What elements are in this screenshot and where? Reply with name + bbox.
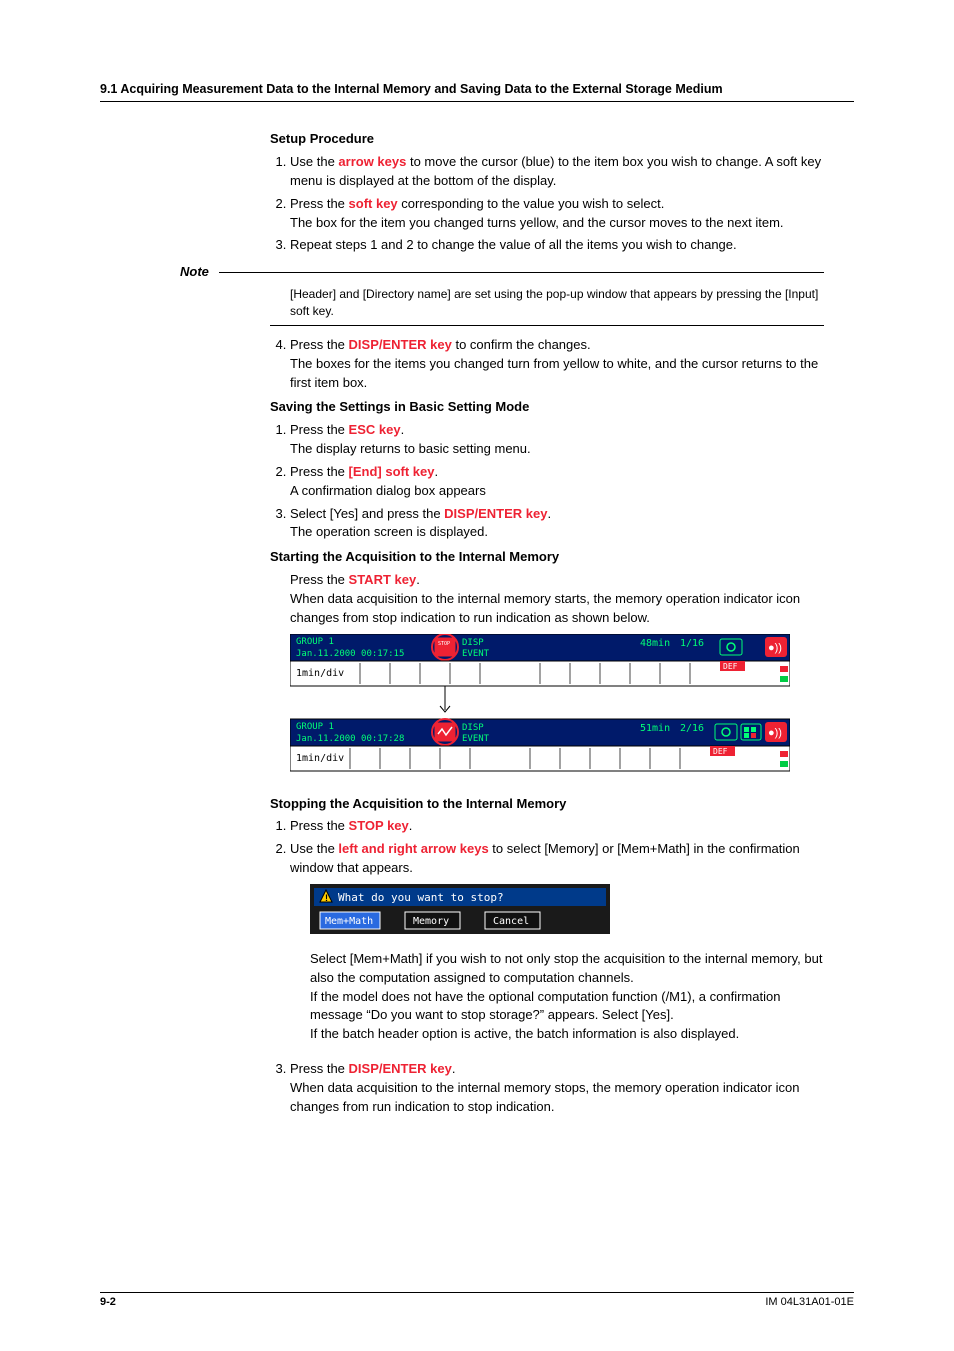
screen2-date: Jan.11.2000 00:17:28: [296, 734, 404, 744]
mem-math-button[interactable]: Mem+Math: [320, 912, 380, 929]
step-extra: The box for the item you changed turns y…: [290, 214, 824, 233]
step-extra: The boxes for the items you changed turn…: [290, 355, 824, 393]
screen1-page: 1/16: [680, 638, 704, 649]
note-label: Note: [180, 263, 209, 282]
disp-enter-key-label: DISP/ENTER key: [349, 337, 452, 352]
saving-list: Press the ESC key. The display returns t…: [270, 421, 824, 542]
screen2-yaxis: 1min/div: [296, 753, 344, 764]
list-item: Press the DISP/ENTER key. When data acqu…: [290, 1060, 824, 1117]
stopping-list-cont: Press the DISP/ENTER key. When data acqu…: [270, 1060, 824, 1117]
svg-text:!: !: [325, 893, 328, 903]
screen1-disp: DISP: [462, 638, 484, 648]
disp-enter-key-label: DISP/ENTER key: [349, 1061, 452, 1076]
note-text: [Header] and [Directory name] are set us…: [270, 282, 824, 326]
main-content: Setup Procedure Use the arrow keys to mo…: [270, 130, 824, 1116]
screen2-disp: DISP: [462, 723, 484, 733]
document-id: IM 04L31A01-01E: [765, 1295, 854, 1311]
end-soft-key-label: [End] soft key: [349, 464, 435, 479]
screen2-def: DEF: [713, 747, 728, 756]
screen2-time: 51min: [640, 723, 670, 734]
esc-key-label: ESC key: [349, 422, 401, 437]
screen2-page: 2/16: [680, 723, 704, 734]
step-extra: The operation screen is displayed.: [290, 523, 824, 542]
svg-text:Cancel: Cancel: [493, 916, 529, 927]
start-key-label: START key: [349, 572, 417, 587]
screen1-yaxis: 1min/div: [296, 668, 344, 679]
screen1-date: Jan.11.2000 00:17:15: [296, 649, 404, 659]
disp-enter-key-label: DISP/ENTER key: [444, 506, 547, 521]
stop-key-label: STOP key: [349, 818, 409, 833]
recorder-screens-svg: GROUP 1 Jan.11.2000 00:17:15 STOP DISP E…: [290, 634, 790, 789]
arrow-keys-label: arrow keys: [338, 154, 406, 169]
screenshots: GROUP 1 Jan.11.2000 00:17:15 STOP DISP E…: [290, 634, 824, 789]
setup-procedure-title: Setup Procedure: [270, 130, 824, 149]
list-item: Press the DISP/ENTER key to confirm the …: [290, 336, 824, 393]
screen1-time: 48min: [640, 638, 670, 649]
soft-key-label: soft key: [349, 196, 398, 211]
svg-text:Memory: Memory: [413, 916, 449, 927]
screen1-def: DEF: [723, 662, 738, 671]
note-rule: [219, 272, 824, 273]
screen2-event: EVENT: [462, 734, 490, 744]
screen1-group: GROUP 1: [296, 637, 334, 647]
list-item: Press the soft key corresponding to the …: [290, 195, 824, 233]
stopping-list: Press the STOP key. Use the left and rig…: [270, 817, 824, 878]
section-header: 9.1 Acquiring Measurement Data to the In…: [100, 80, 854, 102]
list-item: Repeat steps 1 and 2 to change the value…: [290, 236, 824, 255]
list-item: Use the left and right arrow keys to sel…: [290, 840, 824, 878]
list-item: Select [Yes] and press the DISP/ENTER ke…: [290, 505, 824, 543]
list-item: Press the STOP key.: [290, 817, 824, 836]
memory-button[interactable]: Memory: [405, 912, 460, 929]
screen1-event: EVENT: [462, 649, 490, 659]
arrow-keys-label: left and right arrow keys: [338, 841, 488, 856]
starting-body: Press the START key. When data acquisiti…: [270, 571, 824, 628]
note-block: Note [Header] and [Directory name] are s…: [270, 263, 824, 326]
stopping-notes: Select [Mem+Math] if you wish to not onl…: [270, 950, 824, 1044]
svg-text:Mem+Math: Mem+Math: [325, 916, 373, 927]
list-item: Use the arrow keys to move the cursor (b…: [290, 153, 824, 191]
starting-title: Starting the Acquisition to the Internal…: [270, 548, 824, 567]
setup-procedure-list: Use the arrow keys to move the cursor (b…: [270, 153, 824, 255]
step-extra: The display returns to basic setting men…: [290, 440, 824, 459]
cancel-button[interactable]: Cancel: [485, 912, 540, 929]
svg-text:STOP: STOP: [438, 641, 450, 647]
page-number: 9-2: [100, 1295, 116, 1311]
page-footer: 9-2 IM 04L31A01-01E: [100, 1292, 854, 1311]
setup-continued-list: Press the DISP/ENTER key to confirm the …: [270, 336, 824, 393]
dialog-title: What do you want to stop?: [338, 891, 504, 904]
stopping-title: Stopping the Acquisition to the Internal…: [270, 795, 824, 814]
svg-text:●)): ●)): [768, 642, 782, 654]
list-item: Press the ESC key. The display returns t…: [290, 421, 824, 459]
confirmation-dialog: ! What do you want to stop? Mem+Math Mem…: [310, 884, 824, 940]
screen2-group: GROUP 1: [296, 722, 334, 732]
step-extra: A confirmation dialog box appears: [290, 482, 824, 501]
dialog-svg: ! What do you want to stop? Mem+Math Mem…: [310, 884, 610, 934]
svg-text:●)): ●)): [768, 727, 782, 739]
saving-title: Saving the Settings in Basic Setting Mod…: [270, 398, 824, 417]
step-extra: When data acquisition to the internal me…: [290, 1079, 824, 1117]
list-item: Press the [End] soft key. A confirmation…: [290, 463, 824, 501]
